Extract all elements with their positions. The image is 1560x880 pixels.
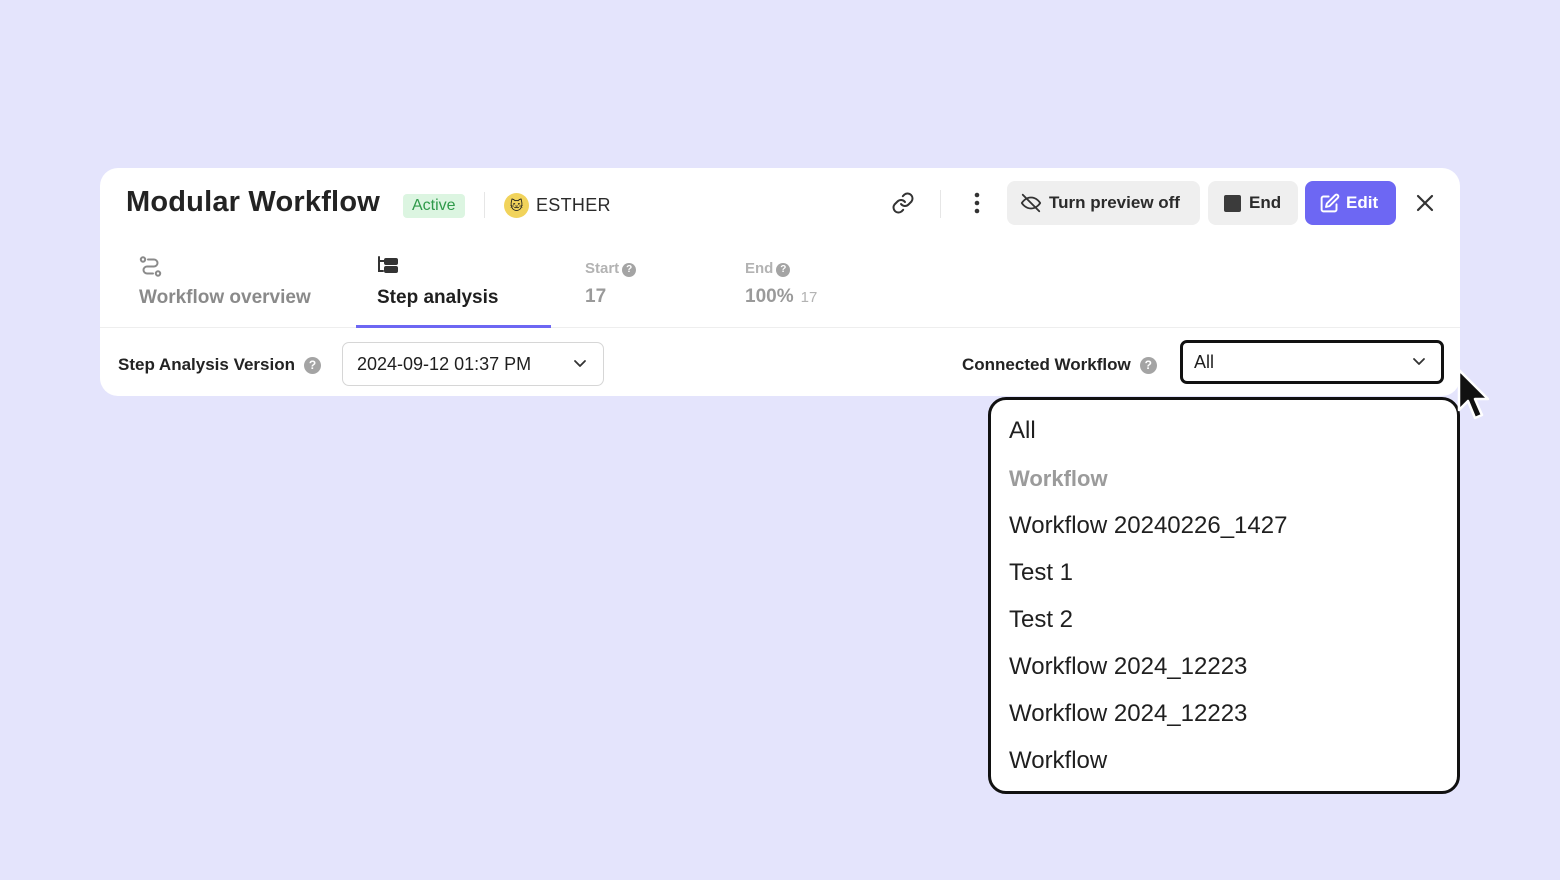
connected-workflow-dropdown: All Workflow Workflow 20240226_1427 Test… (988, 397, 1460, 794)
more-vertical-icon (974, 192, 980, 214)
connected-workflow-select-value: All (1194, 351, 1215, 372)
page-title: Modular Workflow (126, 186, 380, 218)
dropdown-option[interactable]: Workflow 20240226_1427 (1009, 512, 1287, 540)
more-options-button[interactable] (962, 188, 992, 218)
filter-bar: Step Analysis Version? 2024-09-12 01:37 … (100, 329, 1460, 396)
step-analysis-icon (378, 256, 398, 273)
header-divider (484, 192, 485, 218)
tab-workflow-overview-label: Workflow overview (139, 287, 311, 308)
version-select-value: 2024-09-12 01:37 PM (357, 353, 532, 374)
stat-start-value: 17 (585, 286, 607, 307)
turn-preview-off-label: Turn preview off (1049, 193, 1180, 212)
dropdown-option[interactable]: Workflow 2024_12223 (1009, 700, 1247, 728)
dropdown-option[interactable]: Test 2 (1009, 606, 1073, 634)
help-icon[interactable]: ? (304, 357, 321, 374)
stop-icon (1224, 194, 1241, 212)
help-icon[interactable]: ? (776, 263, 791, 277)
dropdown-option[interactable]: Test 1 (1009, 559, 1073, 587)
end-button[interactable]: End (1208, 181, 1298, 225)
tab-workflow-overview[interactable]: Workflow overview (120, 240, 330, 328)
panel-header: Modular Workflow Active 🐱 ESTHER Turn pr… (100, 168, 1460, 240)
version-select[interactable]: 2024-09-12 01:37 PM (342, 342, 604, 386)
tab-step-analysis[interactable]: Step analysis (356, 240, 551, 328)
dropdown-option[interactable]: Workflow 2024_12223 (1009, 653, 1247, 681)
step-analysis-version-label: Step Analysis Version? (118, 355, 321, 375)
dropdown-option[interactable]: Workflow (1009, 747, 1107, 775)
workflow-icon (139, 256, 162, 277)
chevron-down-icon (1413, 358, 1425, 365)
status-badge: Active (403, 194, 465, 218)
stat-end-count: 17 (800, 289, 818, 306)
connected-workflow-select[interactable]: All (1180, 340, 1444, 384)
close-icon (1416, 194, 1434, 212)
edit-button[interactable]: Edit (1305, 181, 1396, 225)
stat-end-label: End? (745, 260, 791, 277)
dropdown-group-header: Workflow (1009, 466, 1108, 491)
end-label: End (1249, 193, 1282, 212)
turn-preview-off-button[interactable]: Turn preview off (1007, 181, 1200, 225)
help-icon[interactable]: ? (622, 263, 637, 277)
eye-off-icon (1020, 193, 1042, 213)
header-divider-2 (940, 190, 941, 218)
avatar: 🐱 (504, 193, 529, 218)
workflow-panel: Modular Workflow Active 🐱 ESTHER Turn pr… (100, 168, 1460, 396)
connected-workflow-label: Connected Workflow? (962, 355, 1157, 375)
tab-step-analysis-label: Step analysis (377, 287, 499, 308)
stat-start-label: Start? (585, 260, 637, 277)
edit-icon (1320, 193, 1340, 212)
tab-bar: Workflow overview Step analysis Start? 1… (100, 240, 1460, 328)
stat-end-value: 100% 17 (745, 286, 818, 307)
copy-link-button[interactable] (888, 188, 918, 218)
link-icon (892, 192, 914, 214)
mouse-cursor-icon (1457, 368, 1490, 420)
owner-name: ESTHER (536, 195, 611, 215)
dropdown-option[interactable]: All (1009, 417, 1036, 445)
help-icon[interactable]: ? (1139, 357, 1157, 374)
edit-label: Edit (1346, 193, 1379, 212)
chevron-down-icon (574, 360, 586, 367)
close-button[interactable] (1411, 189, 1439, 217)
